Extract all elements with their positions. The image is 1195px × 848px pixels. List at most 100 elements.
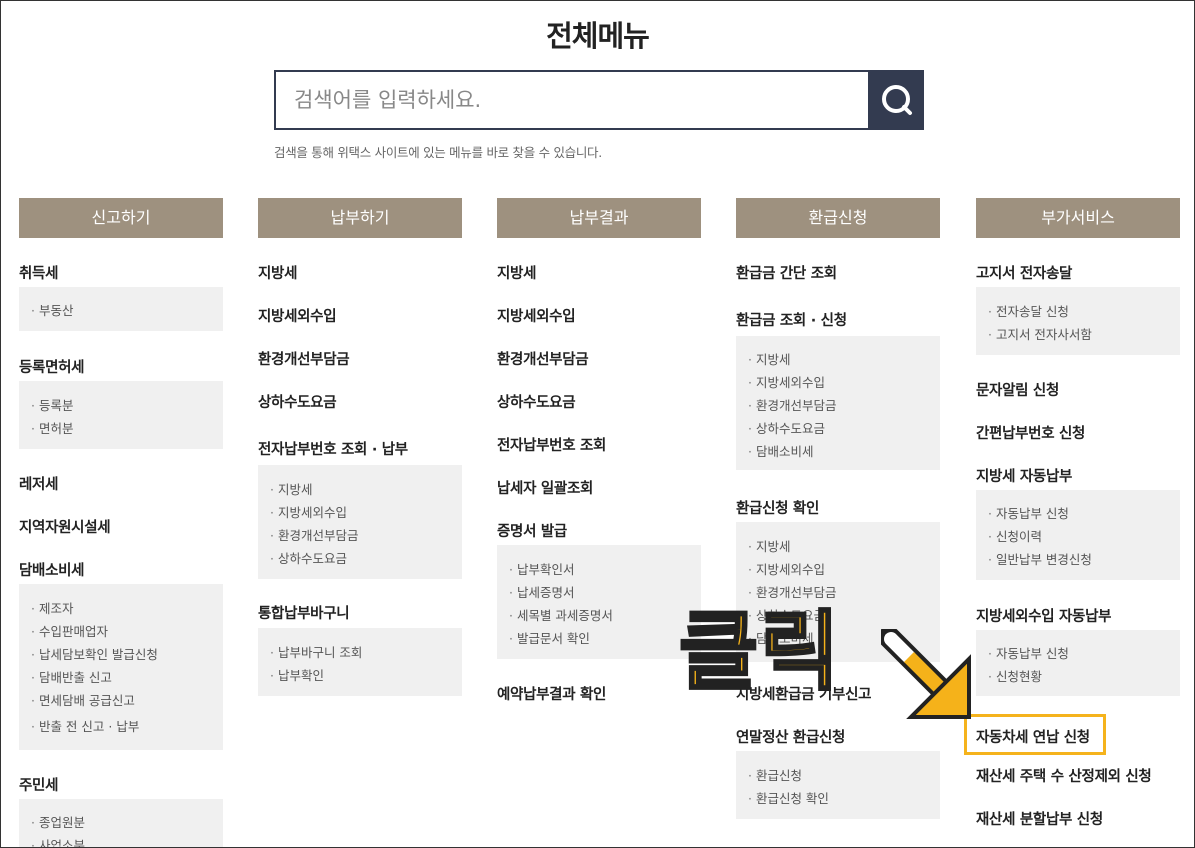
submenu-item[interactable]: 지방세 xyxy=(748,349,791,368)
menu-item-property-tax-installment[interactable]: 재산세 분할납부 신청 xyxy=(976,808,1103,829)
submenu-tobacco: 제조자 수입판매업자 납세담보확인 발급신청 담배반출 신고 면세담배 공급신고… xyxy=(19,584,223,750)
menu-item-non-tax-revenue[interactable]: 지방세외수입 xyxy=(258,305,337,326)
search-hint: 검색을 통해 위택스 사이트에 있는 메뉴를 바로 찾을 수 있습니다. xyxy=(274,145,602,160)
menu-item-registration-tax[interactable]: 등록면허세 xyxy=(19,356,85,377)
submenu-item[interactable]: 담배소비세 xyxy=(748,441,814,460)
menu-item-electronic-payment-inquiry[interactable]: 전자납부번호 조회 xyxy=(497,434,606,455)
page-title: 전체메뉴 xyxy=(546,19,650,53)
submenu-payment-cart: 납부바구니 조회 납부확인 xyxy=(258,628,462,696)
submenu-electronic-bill: 전자송달 신청 고지서 전자사서함 xyxy=(976,287,1180,355)
submenu-item[interactable]: 사업소분 xyxy=(31,835,85,847)
submenu-item[interactable]: 납세담보확인 발급신청 xyxy=(31,644,158,663)
menu-item-property-tax-house-exclusion[interactable]: 재산세 주택 수 산정제외 신청 xyxy=(976,765,1152,786)
column-header[interactable]: 납부결과 xyxy=(497,198,701,238)
submenu-item[interactable]: 환경개선부담금 xyxy=(748,395,837,414)
submenu-item[interactable]: 납부확인서 xyxy=(509,559,575,578)
submenu-item[interactable]: 납부확인 xyxy=(270,665,324,684)
menu-item-refund-inquiry[interactable]: 환급금 조회 · 신청 xyxy=(736,309,847,330)
menu-item-local-tax[interactable]: 지방세 xyxy=(258,262,297,283)
menu-item-refund-simple-inquiry[interactable]: 환급금 간단 조회 xyxy=(736,262,837,283)
submenu-non-tax-autopay: 자동납부 신청 신청현황 xyxy=(976,630,1180,696)
submenu-item[interactable]: 신청현황 xyxy=(988,666,1042,685)
arrow-icon xyxy=(881,629,971,719)
highlight-box xyxy=(964,714,1106,755)
submenu-item[interactable]: 면세담배 공급신고 xyxy=(31,690,135,709)
menu-item-local-tax-autopay[interactable]: 지방세 자동납부 xyxy=(976,465,1072,486)
submenu-item[interactable]: 지방세외수입 xyxy=(270,502,347,521)
menu-column-report: 신고하기 취득세 부동산 등록면허세 등록분 면허분 레저세 지역자원시설세 담… xyxy=(19,198,223,847)
submenu-item[interactable]: 고지서 전자사서함 xyxy=(988,324,1092,343)
menu-column-payment-result: 납부결과 지방세 지방세외수입 환경개선부담금 상하수도요금 전자납부번호 조회… xyxy=(497,198,701,703)
menu-item-water-fee[interactable]: 상하수도요금 xyxy=(497,391,576,412)
submenu-item[interactable]: 면허분 xyxy=(31,418,74,437)
submenu-item[interactable]: 수입판매업자 xyxy=(31,621,108,640)
menu-item-electronic-payment-number[interactable]: 전자납부번호 조회 · 납부 xyxy=(258,438,408,459)
submenu-item[interactable]: 제조자 xyxy=(31,598,74,617)
column-header[interactable]: 환급신청 xyxy=(736,198,940,238)
submenu-item[interactable]: 발급문서 확인 xyxy=(509,628,590,647)
submenu-registration: 등록분 면허분 xyxy=(19,381,223,449)
menu-item-leisure-tax[interactable]: 레저세 xyxy=(19,473,58,494)
submenu-item[interactable]: 환급신청 xyxy=(748,765,802,784)
submenu-item[interactable]: 등록분 xyxy=(31,395,74,414)
menu-item-reserved-payment-result[interactable]: 예약납부결과 확인 xyxy=(497,683,606,704)
column-header[interactable]: 납부하기 xyxy=(258,198,462,238)
menu-item-tobacco-tax[interactable]: 담배소비세 xyxy=(19,559,85,580)
submenu-item[interactable]: 환경개선부담금 xyxy=(270,525,359,544)
submenu-item[interactable]: 담배반출 신고 xyxy=(31,667,112,686)
search-button[interactable] xyxy=(868,70,924,130)
column-header[interactable]: 신고하기 xyxy=(19,198,223,238)
submenu-item[interactable]: 지방세 xyxy=(270,479,313,498)
menu-item-water-fee[interactable]: 상하수도요금 xyxy=(258,391,337,412)
page-frame: 전체메뉴 검색을 통해 위택스 사이트에 있는 메뉴를 바로 찾을 수 있습니다… xyxy=(0,0,1195,848)
menu-column-extra-services: 부가서비스 고지서 전자송달 전자송달 신청 고지서 전자사서함 문자알림 신청… xyxy=(976,198,1180,828)
search-box xyxy=(274,70,924,130)
submenu-item[interactable]: 납세증명서 xyxy=(509,582,575,601)
submenu-electronic-payment: 지방세 지방세외수입 환경개선부담금 상하수도요금 xyxy=(258,465,462,579)
submenu-item[interactable]: 부동산 xyxy=(31,300,74,319)
submenu-item[interactable]: 환급신청 확인 xyxy=(748,788,829,807)
menu-column-refund: 환급신청 환급금 간단 조회 환급금 조회 · 신청 지방세 지방세외수입 환경… xyxy=(736,198,940,819)
click-annotation: 클릭 xyxy=(677,602,842,702)
menu-item-electronic-bill[interactable]: 고지서 전자송달 xyxy=(976,262,1072,283)
submenu-item[interactable]: 상하수도요금 xyxy=(270,548,347,567)
submenu-item[interactable]: 종업원분 xyxy=(31,812,85,831)
menu-item-local-tax[interactable]: 지방세 xyxy=(497,262,536,283)
search-icon xyxy=(882,85,912,115)
menu-item-environment-charge[interactable]: 환경개선부담금 xyxy=(258,348,350,369)
submenu-item[interactable]: 지방세외수입 xyxy=(748,372,825,391)
submenu-item[interactable]: 일반납부 변경신청 xyxy=(988,549,1092,568)
submenu-item[interactable]: 납부바구니 조회 xyxy=(270,642,362,661)
submenu-resident: 종업원분 사업소분 xyxy=(19,799,223,847)
menu-item-certificate-issue[interactable]: 증명서 발급 xyxy=(497,520,567,541)
menu-item-non-tax-autopay[interactable]: 지방세외수입 자동납부 xyxy=(976,605,1111,626)
submenu-item[interactable]: 상하수도요금 xyxy=(748,418,825,437)
menu-item-environment-charge[interactable]: 환경개선부담금 xyxy=(497,348,589,369)
menu-item-taxpayer-batch-inquiry[interactable]: 납세자 일괄조회 xyxy=(497,477,593,498)
submenu-local-tax-autopay: 자동납부 신청 신청이력 일반납부 변경신청 xyxy=(976,490,1180,580)
submenu-item[interactable]: 환경개선부담금 xyxy=(748,582,837,601)
submenu-item[interactable]: 전자송달 신청 xyxy=(988,301,1069,320)
menu-item-acquisition-tax[interactable]: 취득세 xyxy=(19,262,58,283)
menu-item-refund-check[interactable]: 환급신청 확인 xyxy=(736,497,819,518)
submenu-acquisition: 부동산 xyxy=(19,287,223,331)
submenu-certificate: 납부확인서 납세증명서 세목별 과세증명서 발급문서 확인 xyxy=(497,545,701,659)
menu-item-regional-resource-tax[interactable]: 지역자원시설세 xyxy=(19,516,111,537)
menu-item-non-tax-revenue[interactable]: 지방세외수입 xyxy=(497,305,576,326)
submenu-item[interactable]: 자동납부 신청 xyxy=(988,643,1069,662)
submenu-item[interactable]: 세목별 과세증명서 xyxy=(509,605,613,624)
menu-item-easy-payment-number[interactable]: 간편납부번호 신청 xyxy=(976,422,1085,443)
menu-item-sms-alert[interactable]: 문자알림 신청 xyxy=(976,379,1059,400)
submenu-item[interactable]: 지방세 xyxy=(748,536,791,555)
menu-item-payment-cart[interactable]: 통합납부바구니 xyxy=(258,602,350,623)
submenu-item[interactable]: 신청이력 xyxy=(988,526,1042,545)
search-input[interactable] xyxy=(276,72,870,128)
submenu-item[interactable]: 지방세외수입 xyxy=(748,559,825,578)
submenu-refund-inquiry: 지방세 지방세외수입 환경개선부담금 상하수도요금 담배소비세 xyxy=(736,336,940,470)
menu-item-yearend-refund[interactable]: 연말정산 환급신청 xyxy=(736,726,845,747)
submenu-yearend-refund: 환급신청 환급신청 확인 xyxy=(736,751,940,819)
column-header[interactable]: 부가서비스 xyxy=(976,198,1180,238)
submenu-item[interactable]: 반출 전 신고 · 납부 xyxy=(31,716,139,735)
menu-item-resident-tax[interactable]: 주민세 xyxy=(19,774,58,795)
submenu-item[interactable]: 자동납부 신청 xyxy=(988,503,1069,522)
